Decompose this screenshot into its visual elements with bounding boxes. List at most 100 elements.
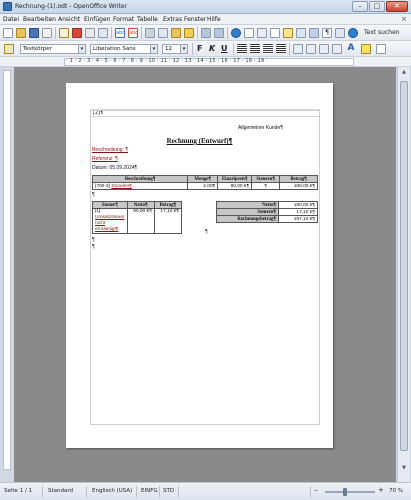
decrease-indent-icon[interactable] [319,44,329,54]
menu-tabelle[interactable]: Tabelle [137,16,158,23]
font-size-select[interactable]: 12 ▾ [162,44,188,54]
page-indicator[interactable]: Seite 1 / 1 [4,488,32,494]
gallery-icon[interactable] [296,28,306,38]
menu-extras[interactable]: Extras [163,16,182,23]
highlighting-icon[interactable] [361,44,371,54]
edit-file-icon[interactable] [59,28,69,38]
description-field[interactable]: Beschreibung: ¶ [92,147,128,153]
chevron-down-icon: ▾ [150,45,157,53]
item-link[interactable]: Stunden¶ [111,184,131,189]
total-tax-label: Steuern¶ [216,208,279,216]
document-page[interactable]: [2]¶ Allgemeiner Kunde¶ Rechnung (Entwur… [66,83,333,448]
align-left-icon[interactable] [237,44,247,54]
taxes-table[interactable]: Steuer¶ Netto¶ Betrag¶ [1] Umsatzsteuer … [92,201,183,234]
zoom-level[interactable]: 70 % [389,488,403,494]
formatting-marks-icon[interactable]: ¶ [322,28,332,38]
find-replace-icon[interactable] [270,28,280,38]
table-row[interactable]: Steuern¶ 17,10 €¶ [216,208,318,216]
close-button[interactable]: ✕ [386,1,408,12]
language-indicator[interactable]: Englisch (USA) [92,488,132,494]
underline-button[interactable]: U [221,44,228,54]
email-icon[interactable] [42,28,52,38]
bullets-icon[interactable] [306,44,316,54]
items-table[interactable]: Beschreibung¶ Menge¶ Einzelpreis¶ Steuer… [91,175,318,190]
items-header-row: Beschreibung¶ Menge¶ Einzelpreis¶ Steuer… [91,175,318,183]
export-pdf-icon[interactable] [72,28,82,38]
zoom-icon[interactable] [335,28,345,38]
selection-mode[interactable]: STD [163,488,174,494]
italic-button[interactable]: K [209,44,215,54]
align-right-icon[interactable] [263,44,273,54]
zoom-in-icon[interactable]: + [378,486,384,494]
zoom-slider-handle[interactable] [343,488,347,496]
menu-hilfe[interactable]: Hilfe [207,16,221,23]
scroll-down-icon[interactable]: ▼ [400,465,408,473]
menu-fenster[interactable]: Fenster [184,16,206,23]
font-size-value: 12 [165,46,172,52]
paste-icon[interactable] [171,28,181,38]
ruler-numbers: · 1 · 2 · 3 · 4 · 5 · 6 · 7 · 8 · 9 · 10… [66,58,268,64]
save-icon[interactable] [29,28,39,38]
numbering-icon[interactable] [293,44,303,54]
data-sources-icon[interactable] [309,28,319,38]
zoom-slider[interactable] [325,491,375,493]
vertical-ruler[interactable] [3,70,11,470]
cut-icon[interactable] [145,28,155,38]
print-icon[interactable] [85,28,95,38]
scroll-up-icon[interactable]: ▲ [400,69,408,77]
paragraph-mark: ¶ [205,229,208,235]
find-text-label[interactable]: Text suchen [364,29,400,36]
page-style[interactable]: Standard [48,488,73,494]
table-row[interactable]: Rechnungsbetrag¶ 197,10 €¶ [216,215,318,223]
customer-name: Allgemeiner Kunde¶ [238,125,283,131]
autospellcheck-icon[interactable]: abc [128,28,138,38]
total-net-value: 180,00 €¶ [278,201,318,209]
col-steuern: Steuern¶ [251,175,281,183]
horizontal-ruler[interactable]: · 1 · 2 · 3 · 4 · 5 · 6 · 7 · 8 · 9 · 10… [0,57,411,67]
table-row[interactable]: Netto¶ 180,00 €¶ [216,201,318,209]
spellcheck-icon[interactable]: abc [115,28,125,38]
reference-field[interactable]: Referenz: ¶ [92,156,118,162]
font-name-select[interactable]: Liberation Sans ▾ [90,44,158,54]
help-icon[interactable] [348,28,358,38]
paragraph-style-select[interactable]: Textkörper ▾ [20,44,86,54]
show-draw-functions-icon[interactable] [257,28,267,38]
page-preview-icon[interactable] [98,28,108,38]
close-document-icon[interactable]: × [401,15,407,23]
insert-mode[interactable]: EINFG [141,488,158,494]
increase-indent-icon[interactable] [332,44,342,54]
menu-format[interactable]: Format [113,16,134,23]
vertical-scrollbar[interactable]: ▲ ▼ [397,67,410,482]
item-quantity: 2,00¶ [187,182,219,190]
tax-link[interactable]: Umsatzsteuer nicht ermässigt¶ [95,215,125,232]
menu-bearbeiten[interactable]: Bearbeiten [23,16,56,23]
table-icon[interactable] [244,28,254,38]
navigator-icon[interactable] [283,28,293,38]
menu-datei[interactable]: Datei [3,16,19,23]
background-color-icon[interactable] [376,44,386,54]
totals-table[interactable]: Netto¶ 180,00 €¶ Steuern¶ 17,10 €¶ Rechn… [216,201,318,223]
table-row[interactable]: [700-3] Stunden¶ 2,00¶ 90,00 €¶ ¶ 180,00… [91,182,318,190]
new-document-icon[interactable] [3,28,13,38]
justify-icon[interactable] [276,44,286,54]
zoom-out-icon[interactable]: – [314,486,318,494]
minimize-button[interactable]: – [352,1,368,12]
clone-format-icon[interactable] [184,28,194,38]
redo-icon[interactable] [214,28,224,38]
bold-button[interactable]: F [197,44,202,54]
col-netto: Netto¶ [126,201,155,209]
menu-einfuegen[interactable]: Einfügen [84,16,110,23]
open-folder-icon[interactable] [16,28,26,38]
invoice-total-value: 197,10 €¶ [278,215,318,223]
paragraph-style-value: Textkörper [23,46,52,52]
table-row[interactable]: [1] Umsatzsteuer nicht ermässigt¶ 90,00 … [92,208,183,234]
styles-formatting-icon[interactable] [4,44,14,54]
undo-icon[interactable] [201,28,211,38]
align-center-icon[interactable] [250,44,260,54]
hyperlink-icon[interactable] [231,28,241,38]
font-color-icon[interactable]: A [346,44,356,54]
copy-icon[interactable] [158,28,168,38]
menu-ansicht[interactable]: Ansicht [58,16,80,23]
scrollbar-thumb[interactable] [400,81,408,451]
maximize-button[interactable]: □ [369,1,385,12]
